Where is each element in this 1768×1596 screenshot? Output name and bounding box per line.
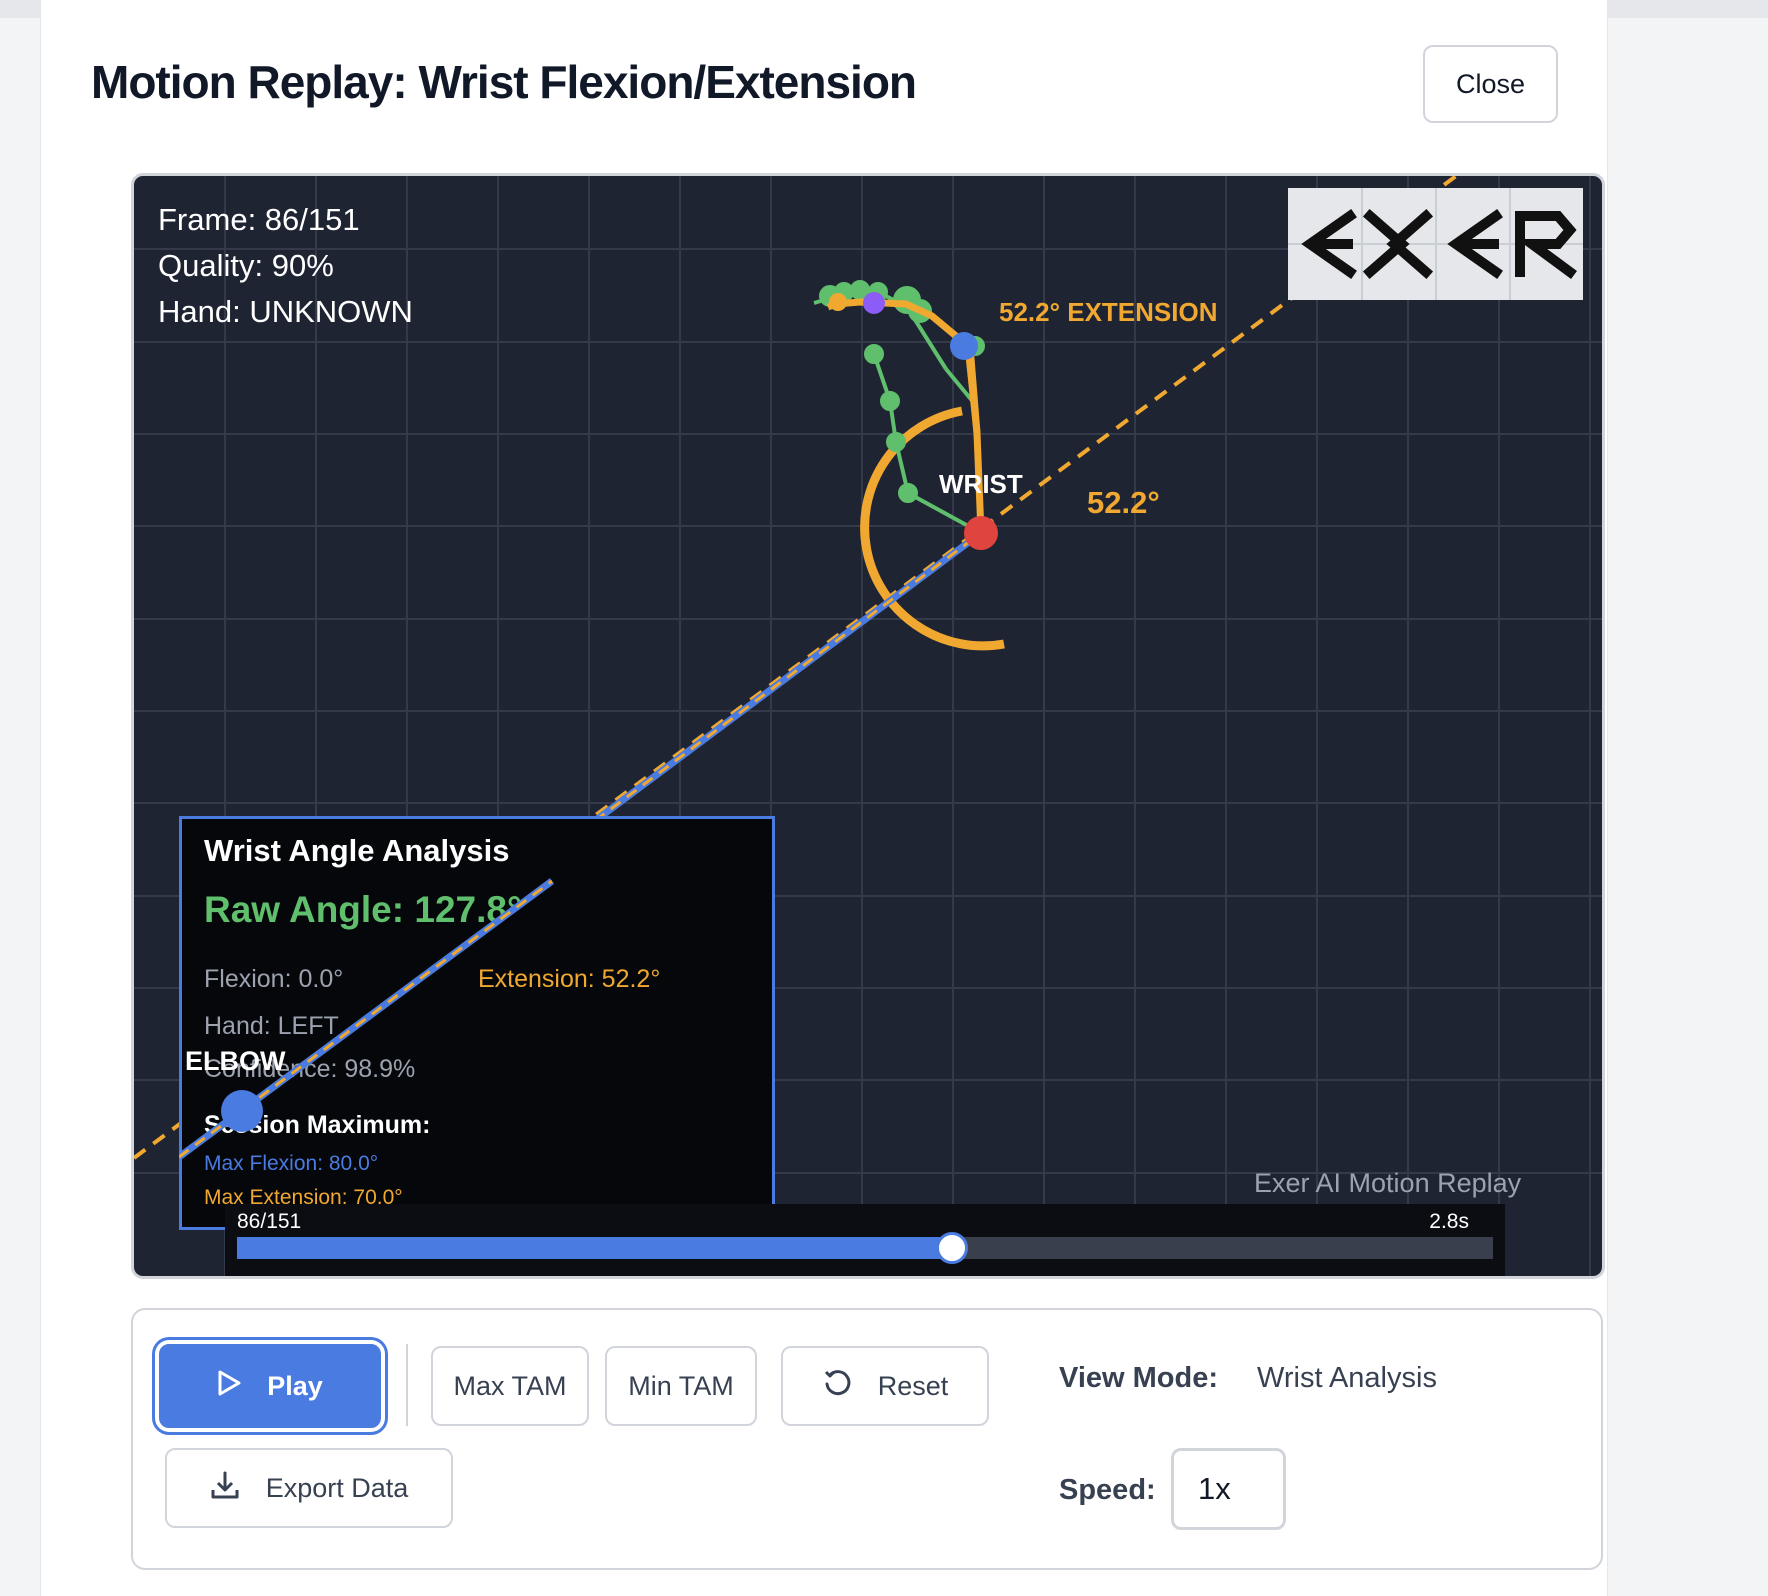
timeline[interactable]: 86/151 2.8s bbox=[225, 1204, 1505, 1276]
play-button[interactable]: Play bbox=[159, 1344, 381, 1428]
hand-readout: Hand: UNKNOWN bbox=[158, 294, 413, 329]
play-label: Play bbox=[267, 1370, 323, 1401]
palm-dot bbox=[950, 332, 978, 360]
view-mode-label: View Mode: bbox=[1059, 1362, 1218, 1394]
close-button[interactable]: Close bbox=[1423, 45, 1558, 123]
angle-value-label: 52.2° bbox=[1087, 485, 1160, 520]
view-mode-value[interactable]: Wrist Analysis bbox=[1257, 1362, 1437, 1395]
speed-select[interactable]: 1x bbox=[1171, 1448, 1286, 1530]
timeline-progress-fill bbox=[237, 1237, 950, 1259]
modal-panel: Motion Replay: Wrist Flexion/Extension C… bbox=[40, 0, 1608, 1596]
export-data-button[interactable]: Export Data bbox=[165, 1448, 453, 1528]
index-tip-dot bbox=[863, 292, 885, 314]
timeline-frame-label: 86/151 bbox=[237, 1210, 302, 1233]
timeline-track[interactable] bbox=[237, 1232, 1493, 1264]
wrist-label: WRIST bbox=[939, 469, 1023, 499]
play-icon bbox=[217, 1370, 241, 1403]
wrist-angle-analysis-panel: Wrist Angle Analysis Raw Angle: 127.8° F… bbox=[179, 816, 775, 1230]
thumb-tip-dot bbox=[829, 293, 847, 311]
timeline-time-label: 2.8s bbox=[1429, 1210, 1469, 1233]
wrist-joint bbox=[964, 516, 998, 550]
reset-button[interactable]: Reset bbox=[781, 1346, 989, 1426]
timeline-scrubber-handle[interactable] bbox=[936, 1232, 969, 1264]
exer-logo-mark bbox=[1288, 188, 1583, 300]
min-tam-button[interactable]: Min TAM bbox=[605, 1346, 757, 1426]
controls-panel: Play Max TAM Min TAM Reset View Mode: Wr… bbox=[131, 1308, 1603, 1570]
exer-logo bbox=[1288, 188, 1583, 300]
page-title: Motion Replay: Wrist Flexion/Extension bbox=[91, 56, 917, 108]
reset-label: Reset bbox=[877, 1370, 949, 1401]
watermark: Exer AI Motion Replay bbox=[1254, 1168, 1522, 1198]
replay-canvas[interactable]: 52.2° EXTENSION 52.2° WRIST Frame: 86/15… bbox=[131, 173, 1605, 1279]
quality-readout: Quality: 90% bbox=[158, 248, 334, 283]
frame-counter: Frame: 86/151 bbox=[158, 202, 360, 237]
speed-label: Speed: bbox=[1059, 1474, 1156, 1506]
download-icon bbox=[210, 1470, 240, 1507]
reset-icon bbox=[822, 1368, 852, 1405]
extension-label: 52.2° EXTENSION bbox=[999, 297, 1217, 327]
max-tam-button[interactable]: Max TAM bbox=[431, 1346, 589, 1426]
forearm-overlay bbox=[179, 878, 555, 1160]
controls-divider bbox=[406, 1344, 408, 1426]
elbow-label: ELBOW bbox=[185, 1046, 286, 1076]
export-data-label: Export Data bbox=[265, 1472, 409, 1503]
